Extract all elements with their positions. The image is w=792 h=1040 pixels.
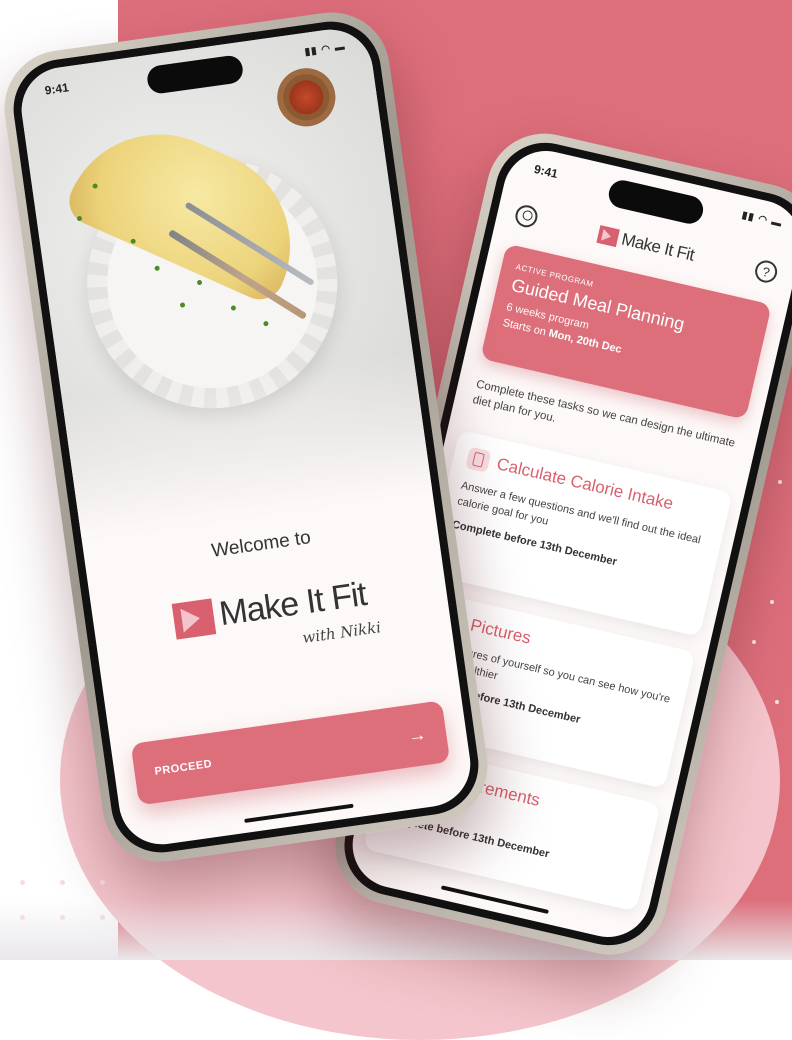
- background-floor-shadow: [0, 900, 792, 960]
- logo-byline: with Nikki: [301, 618, 383, 648]
- logo-mark-icon: [171, 597, 217, 640]
- help-icon[interactable]: ?: [752, 258, 780, 285]
- header-logo: Make It Fit: [596, 224, 696, 266]
- chili-bowl-image: [273, 64, 340, 131]
- home-indicator: [440, 885, 549, 914]
- home-indicator: [244, 803, 354, 823]
- profile-icon[interactable]: [513, 203, 540, 230]
- status-time: 9:41: [43, 80, 70, 98]
- proceed-label: PROCEED: [153, 757, 213, 778]
- proceed-button[interactable]: PROCEED →: [130, 700, 451, 806]
- signal-wifi-battery-icon: ▮▮ ◠ ▬: [740, 209, 784, 230]
- status-time: 9:41: [532, 161, 560, 182]
- logo-text: Make It Fit: [619, 229, 696, 265]
- logo-mark-icon: [596, 225, 620, 248]
- calculator-icon: [465, 446, 492, 473]
- arrow-right-icon: →: [406, 723, 428, 746]
